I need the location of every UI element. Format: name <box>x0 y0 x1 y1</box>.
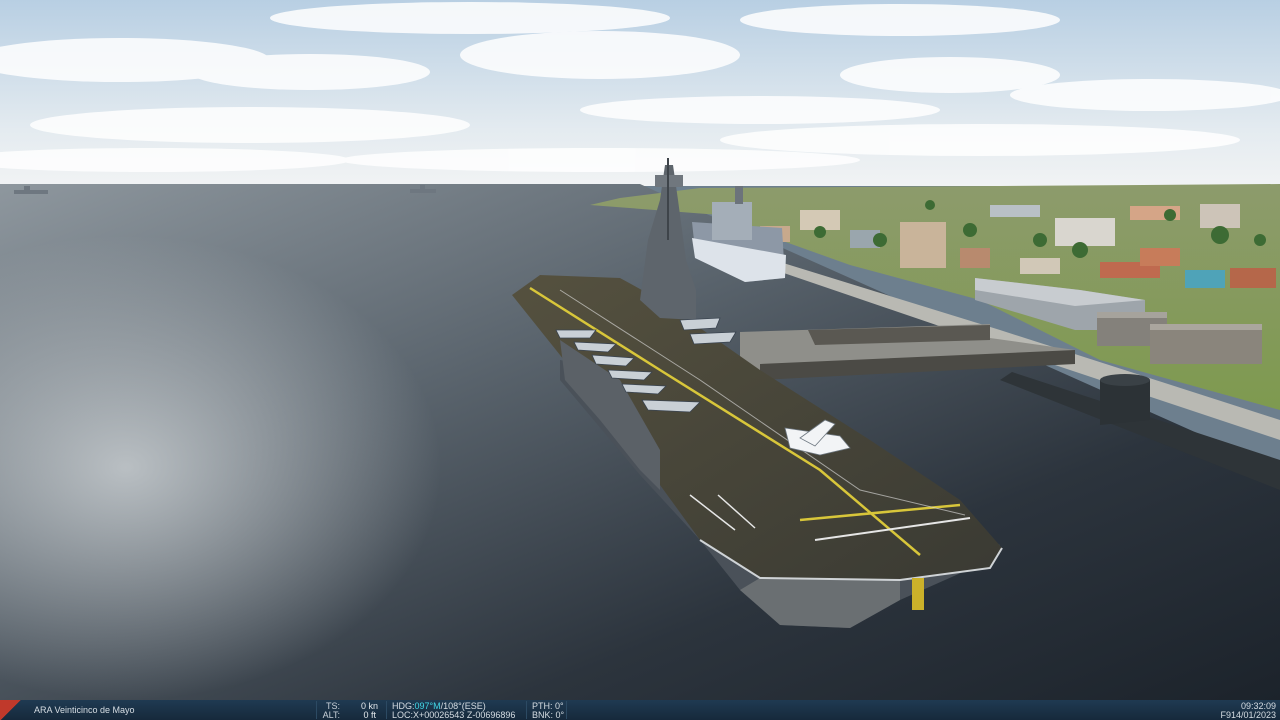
clock-date: F914/01/2023 <box>1220 710 1276 720</box>
divider <box>526 701 527 719</box>
bank-readout: BNK: 0° <box>532 710 564 720</box>
bnk-label: BNK: <box>532 710 554 720</box>
unit-name: ARA Veinticinco de Mayo <box>34 705 135 715</box>
sun-glare <box>0 184 700 700</box>
loc-label: LOC: <box>392 710 414 720</box>
alt-value: 0 ft <box>363 710 376 720</box>
alt-label: ALT: <box>322 710 340 720</box>
location-readout: LOC:X+00026543 Z-00696896 <box>392 710 515 720</box>
loc-value: X+00026543 Z-00696896 <box>413 710 516 720</box>
status-bar: ARA Veinticinco de Mayo TS: 0 kn ALT: 0 … <box>0 700 1280 720</box>
divider <box>566 701 567 719</box>
divider <box>386 701 387 719</box>
bnk-value: 0° <box>555 710 565 720</box>
game-viewport[interactable] <box>0 0 1280 700</box>
flag-icon <box>0 700 32 720</box>
